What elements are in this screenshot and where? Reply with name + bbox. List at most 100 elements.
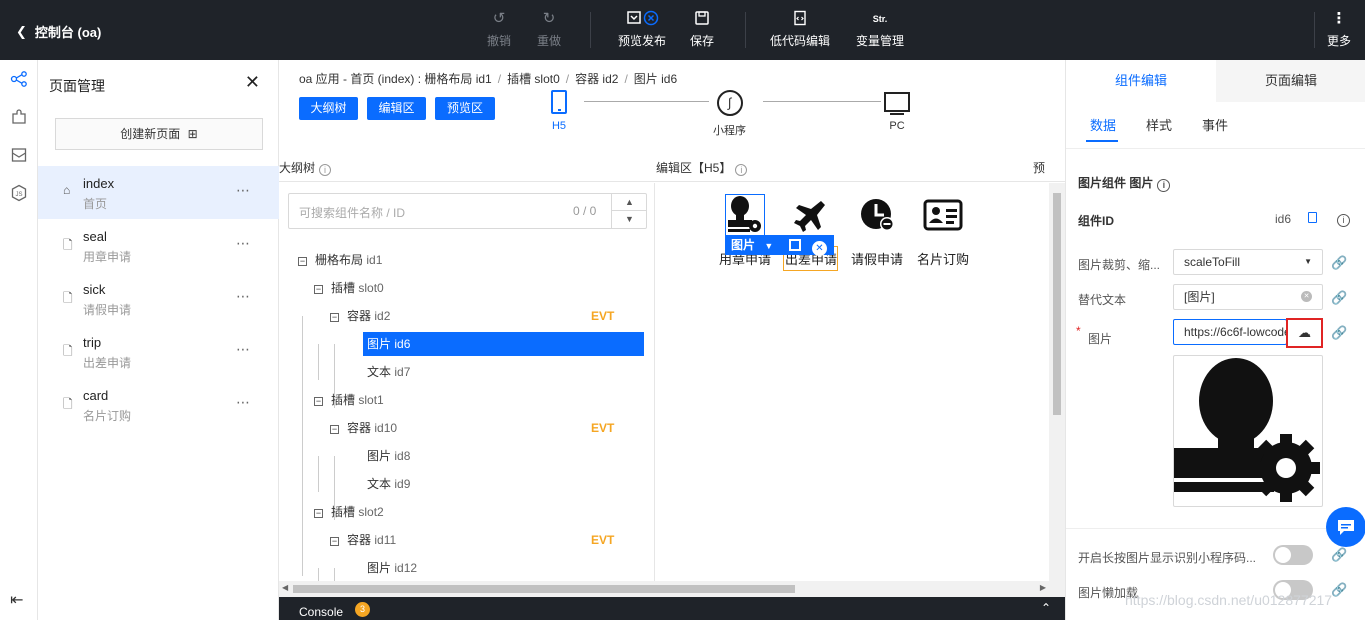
divider	[1066, 528, 1365, 529]
link-icon[interactable]: 🔗	[1331, 290, 1347, 306]
low-code-edit-button[interactable]: 低代码编辑	[764, 10, 836, 49]
tree-node-selected[interactable]: 图片 id6	[363, 332, 644, 356]
chevron-down-icon[interactable]: ▼	[612, 211, 647, 227]
svg-text:JS: JS	[15, 192, 22, 198]
tree-node[interactable]: 文本 id7	[367, 360, 410, 384]
more-horizontal-icon[interactable]: ⋯	[236, 235, 251, 252]
close-circle-icon[interactable]: ✕	[811, 241, 827, 256]
page-item-card[interactable]: 🗋 card 名片订购 ⋯	[38, 378, 279, 431]
vertical-scrollbar[interactable]	[1049, 183, 1065, 597]
page-item-trip[interactable]: 🗋 trip 出差申请 ⋯	[38, 325, 279, 378]
panel-tabs: 组件编辑 页面编辑	[1066, 60, 1365, 102]
outline-pane-title: 大纲树 i	[279, 159, 332, 176]
tree-node[interactable]: − 容器 id2	[330, 304, 390, 328]
file-icon: 🗋	[63, 238, 73, 252]
image-mode-select[interactable]: scaleToFill ▼	[1173, 249, 1323, 275]
divider	[1066, 148, 1365, 149]
chevron-up-icon[interactable]: ▲	[612, 194, 647, 211]
caret-down-icon[interactable]: ▼	[764, 241, 773, 251]
grid-cell-card[interactable]: 名片订购	[910, 195, 976, 268]
watermark: https://blog.csdn.net/u012877217	[1125, 592, 1333, 608]
page-item-sick[interactable]: 🗋 sick 请假申请 ⋯	[38, 272, 279, 325]
link-icon[interactable]: 🔗	[1331, 547, 1347, 563]
scroll-left-icon[interactable]: ◀	[282, 583, 288, 592]
selection-label[interactable]: 图片	[731, 238, 755, 252]
collapse-sidebar-icon[interactable]: ⇤	[10, 590, 23, 610]
tree-node[interactable]: 图片 id12	[367, 556, 417, 580]
search-count: 0 / 0	[573, 204, 597, 218]
tree-node[interactable]: − 栅格布局 id1	[298, 248, 382, 272]
tree-guide-line	[318, 344, 319, 380]
event-badge: EVT	[591, 533, 615, 547]
tree-node[interactable]: − 容器 id11	[330, 528, 396, 552]
grid-cell-sick[interactable]: 请假申请	[844, 195, 910, 268]
link-icon[interactable]: 🔗	[1331, 255, 1347, 271]
horizontal-scrollbar[interactable]: ◀ ▶	[279, 581, 1049, 597]
collapse-toggle-icon: −	[314, 284, 323, 294]
console-bar[interactable]: Console 3 ⌃	[279, 597, 1065, 620]
tree-node[interactable]: − 插槽 slot0	[314, 276, 384, 300]
close-icon[interactable]: ✕	[245, 72, 260, 93]
link-icon[interactable]: 🔗	[1331, 582, 1347, 598]
tree-guide-line	[318, 568, 319, 581]
create-page-button[interactable]: 创建新页面 ⊞	[55, 118, 263, 150]
info-icon: i	[1157, 179, 1171, 192]
alt-text-input[interactable]: [图片] ✕	[1173, 284, 1323, 310]
editor-toggle[interactable]: 编辑区	[367, 97, 426, 120]
tree-node[interactable]: − 插槽 slot1	[314, 388, 384, 412]
component-icon[interactable]	[9, 108, 29, 128]
copy-icon[interactable]	[1308, 212, 1317, 223]
preview-toggle[interactable]: 预览区	[435, 97, 495, 120]
device-mini-program[interactable]: ∫ 小程序	[713, 90, 746, 138]
js-icon[interactable]: JS	[9, 184, 29, 204]
toolbar-divider	[590, 12, 591, 48]
search-nav: ▲ ▼	[611, 194, 647, 228]
feedback-chat-button[interactable]	[1326, 507, 1365, 547]
tree-node[interactable]: − 容器 id10	[330, 416, 397, 440]
seal-stamp-icon	[1174, 358, 1320, 502]
outline-tree-toggle[interactable]: 大纲树	[299, 97, 358, 120]
component-search-input[interactable]: 可搜索组件名称 / ID 0 / 0 ▲ ▼	[288, 193, 647, 229]
save-button[interactable]: 保存	[672, 10, 732, 49]
preview-publish-button[interactable]: 预览发布	[612, 10, 672, 49]
page-management-panel: 页面管理 ✕ 创建新页面 ⊞ ⌂ index 首页 ⋯ 🗋 seal 用章申请 …	[38, 60, 279, 620]
scroll-thumb[interactable]	[293, 585, 795, 593]
scroll-right-icon[interactable]: ▶	[1040, 583, 1046, 592]
page-item-index[interactable]: ⌂ index 首页 ⋯	[38, 166, 279, 219]
more-horizontal-icon[interactable]: ⋯	[236, 394, 251, 411]
image-url-input[interactable]: https://6c6f-lowcode	[1173, 319, 1287, 345]
device-pc[interactable]: PC	[883, 90, 911, 132]
page-item-seal[interactable]: 🗋 seal 用章申请 ⋯	[38, 219, 279, 272]
subtab-data[interactable]: 数据	[1090, 115, 1116, 134]
copy-icon[interactable]	[788, 239, 801, 251]
template-icon[interactable]	[9, 146, 29, 166]
subtab-style[interactable]: 样式	[1146, 115, 1172, 134]
subtab-events[interactable]: 事件	[1202, 115, 1228, 134]
page-list: ⌂ index 首页 ⋯ 🗋 seal 用章申请 ⋯ 🗋 sick 请假申请 ⋯…	[38, 166, 279, 431]
component-id-label: 组件ID	[1078, 214, 1115, 228]
tab-page-edit[interactable]: 页面编辑	[1216, 60, 1365, 102]
chevron-up-icon[interactable]: ⌃	[1041, 597, 1051, 620]
back-to-console-button[interactable]: ❮ 控制台 (oa)	[16, 22, 101, 41]
tree-node[interactable]: 文本 id9	[367, 472, 410, 496]
selection-toolbar: 图片 ▼ ✕	[725, 235, 834, 256]
console-count-badge: 3	[355, 602, 370, 617]
more-horizontal-icon[interactable]: ⋯	[236, 288, 251, 305]
more-horizontal-icon[interactable]: ⋯	[236, 341, 251, 358]
link-icon[interactable]: 🔗	[1331, 325, 1347, 341]
more-horizontal-icon[interactable]: ⋯	[236, 182, 251, 199]
tab-component-edit[interactable]: 组件编辑	[1066, 60, 1216, 102]
variable-management-button[interactable]: Str. 变量管理	[850, 10, 910, 49]
device-h5[interactable]: H5	[551, 90, 567, 132]
mobile-icon	[551, 90, 567, 114]
qrcode-toggle[interactable]	[1273, 545, 1313, 565]
outline-icon[interactable]	[9, 70, 29, 90]
info-icon[interactable]: i	[1337, 214, 1350, 227]
upload-cloud-icon[interactable]: ☁	[1286, 318, 1323, 348]
collapse-toggle-icon: −	[298, 256, 307, 266]
tree-node[interactable]: 图片 id8	[367, 444, 410, 468]
more-button[interactable]: ⋮ 更多	[1311, 10, 1365, 49]
tree-node[interactable]: − 插槽 slot2	[314, 500, 384, 524]
redo-button[interactable]: ↻ 重做	[519, 10, 579, 49]
scroll-thumb[interactable]	[1053, 193, 1061, 415]
